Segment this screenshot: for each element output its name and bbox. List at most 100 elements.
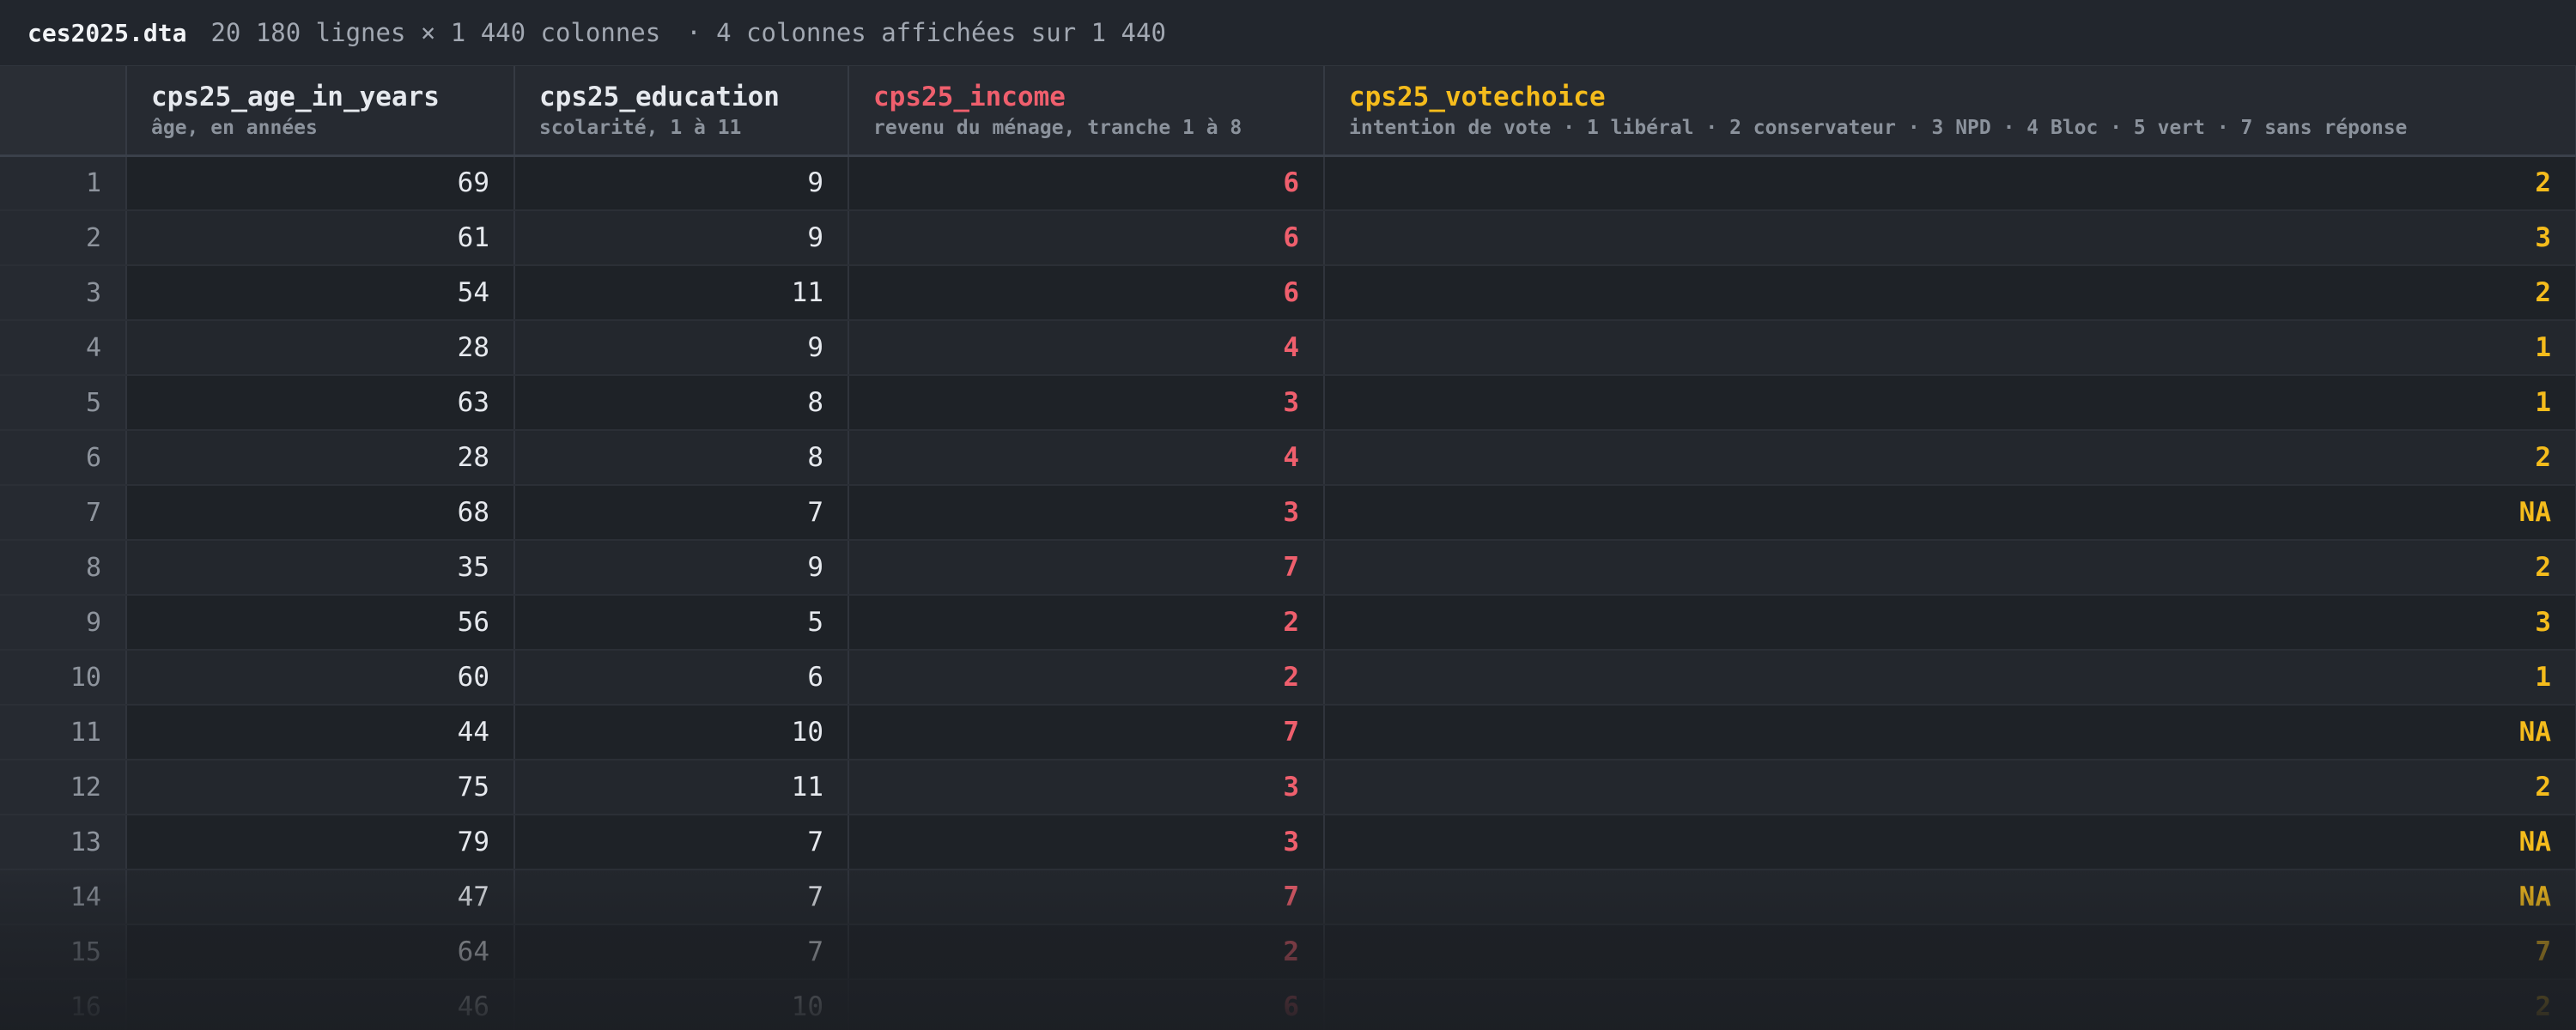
row-number: 5 — [0, 375, 127, 431]
cell-income[interactable]: 2 — [848, 595, 1325, 651]
cell-age[interactable]: 54 — [126, 265, 515, 321]
cell-income[interactable]: 6 — [848, 265, 1325, 321]
table-row[interactable]: 2 61 9 6 3 — [0, 210, 2576, 266]
cell-votechoice[interactable]: NA — [1324, 869, 2576, 925]
cell-votechoice[interactable]: 1 — [1324, 650, 2576, 706]
table-row[interactable]: 16 46 10 6 2 — [0, 979, 2576, 1030]
table-row[interactable]: 8 35 9 7 2 — [0, 540, 2576, 596]
table-row[interactable]: 12 75 11 3 2 — [0, 760, 2576, 815]
cell-income[interactable]: 3 — [848, 485, 1325, 541]
cell-income[interactable]: 4 — [848, 430, 1325, 486]
cell-age[interactable]: 28 — [126, 320, 515, 376]
cell-votechoice[interactable]: 2 — [1324, 540, 2576, 596]
cell-education[interactable]: 11 — [514, 760, 849, 815]
cell-income[interactable]: 6 — [848, 155, 1325, 211]
cell-votechoice[interactable]: 2 — [1324, 979, 2576, 1030]
cell-age[interactable]: 75 — [126, 760, 515, 815]
cell-votechoice[interactable]: 1 — [1324, 375, 2576, 431]
cell-income[interactable]: 2 — [848, 650, 1325, 706]
cell-income[interactable]: 3 — [848, 815, 1325, 870]
cell-votechoice[interactable]: 2 — [1324, 430, 2576, 486]
cell-votechoice[interactable]: NA — [1324, 705, 2576, 760]
column-name: cps25_age_in_years — [151, 82, 440, 112]
table-row[interactable]: 15 64 7 2 7 — [0, 924, 2576, 980]
cell-income[interactable]: 6 — [848, 979, 1325, 1030]
cell-votechoice[interactable]: NA — [1324, 485, 2576, 541]
cell-age[interactable]: 46 — [126, 979, 515, 1030]
row-number: 2 — [0, 210, 127, 266]
cell-age[interactable]: 35 — [126, 540, 515, 596]
cell-age[interactable]: 61 — [126, 210, 515, 266]
table-row[interactable]: 10 60 6 2 1 — [0, 650, 2576, 706]
row-number: 3 — [0, 265, 127, 321]
cell-education[interactable]: 9 — [514, 210, 849, 266]
row-number: 10 — [0, 650, 127, 706]
cell-education[interactable]: 7 — [514, 869, 849, 925]
column-description: scolarité, 1 à 11 — [539, 117, 742, 139]
cell-education[interactable]: 8 — [514, 375, 849, 431]
cell-age[interactable]: 28 — [126, 430, 515, 486]
cell-income[interactable]: 7 — [848, 705, 1325, 760]
cell-age[interactable]: 63 — [126, 375, 515, 431]
cell-income[interactable]: 6 — [848, 210, 1325, 266]
cell-education[interactable]: 9 — [514, 320, 849, 376]
table-row[interactable]: 9 56 5 2 3 — [0, 595, 2576, 651]
cell-votechoice[interactable]: 2 — [1324, 155, 2576, 211]
table-row[interactable]: 4 28 9 4 1 — [0, 320, 2576, 376]
cell-age[interactable]: 60 — [126, 650, 515, 706]
cell-income[interactable]: 7 — [848, 869, 1325, 925]
cell-votechoice[interactable]: 3 — [1324, 595, 2576, 651]
cell-age[interactable]: 69 — [126, 155, 515, 211]
table-row[interactable]: 5 63 8 3 1 — [0, 375, 2576, 431]
cell-votechoice[interactable]: 1 — [1324, 320, 2576, 376]
cell-income[interactable]: 2 — [848, 924, 1325, 980]
cell-income[interactable]: 3 — [848, 375, 1325, 431]
table-row[interactable]: 6 28 8 4 2 — [0, 430, 2576, 486]
row-number: 1 — [0, 155, 127, 211]
row-number: 4 — [0, 320, 127, 376]
row-number: 9 — [0, 595, 127, 651]
table-row[interactable]: 7 68 7 3 NA — [0, 485, 2576, 541]
cell-education[interactable]: 7 — [514, 485, 849, 541]
file-name: ces2025.dta — [27, 18, 187, 47]
table-row[interactable]: 1 69 9 6 2 — [0, 155, 2576, 211]
cell-votechoice[interactable]: 3 — [1324, 210, 2576, 266]
column-header-age[interactable]: cps25_age_in_years âge, en années — [126, 66, 515, 157]
row-number: 7 — [0, 485, 127, 541]
columns-shown-count: · 4 colonnes affichées sur 1 440 — [686, 18, 1166, 47]
cell-age[interactable]: 56 — [126, 595, 515, 651]
column-header-education[interactable]: cps25_education scolarité, 1 à 11 — [514, 66, 849, 157]
cell-education[interactable]: 5 — [514, 595, 849, 651]
cell-age[interactable]: 79 — [126, 815, 515, 870]
column-header-income[interactable]: cps25_income revenu du ménage, tranche 1… — [848, 66, 1325, 157]
cell-education[interactable]: 7 — [514, 815, 849, 870]
row-number: 6 — [0, 430, 127, 486]
cell-votechoice[interactable]: 2 — [1324, 760, 2576, 815]
table-row[interactable]: 14 47 7 7 NA — [0, 869, 2576, 925]
cell-votechoice[interactable]: 2 — [1324, 265, 2576, 321]
cell-education[interactable]: 10 — [514, 979, 849, 1030]
cell-votechoice[interactable]: 7 — [1324, 924, 2576, 980]
cell-education[interactable]: 7 — [514, 924, 849, 980]
cell-income[interactable]: 4 — [848, 320, 1325, 376]
cell-education[interactable]: 11 — [514, 265, 849, 321]
cell-age[interactable]: 44 — [126, 705, 515, 760]
cell-education[interactable]: 10 — [514, 705, 849, 760]
cell-education[interactable]: 6 — [514, 650, 849, 706]
cell-education[interactable]: 9 — [514, 540, 849, 596]
table-row[interactable]: 3 54 11 6 2 — [0, 265, 2576, 321]
cell-income[interactable]: 7 — [848, 540, 1325, 596]
cell-age[interactable]: 64 — [126, 924, 515, 980]
table-row[interactable]: 13 79 7 3 NA — [0, 815, 2576, 870]
column-name: cps25_income — [873, 82, 1066, 112]
cell-age[interactable]: 68 — [126, 485, 515, 541]
cell-education[interactable]: 9 — [514, 155, 849, 211]
column-header-votechoice[interactable]: cps25_votechoice intention de vote · 1 l… — [1324, 66, 2576, 157]
table-row[interactable]: 11 44 10 7 NA — [0, 705, 2576, 760]
cell-age[interactable]: 47 — [126, 869, 515, 925]
cell-income[interactable]: 3 — [848, 760, 1325, 815]
cell-votechoice[interactable]: NA — [1324, 815, 2576, 870]
column-description: âge, en années — [151, 117, 318, 139]
row-number: 15 — [0, 924, 127, 980]
cell-education[interactable]: 8 — [514, 430, 849, 486]
